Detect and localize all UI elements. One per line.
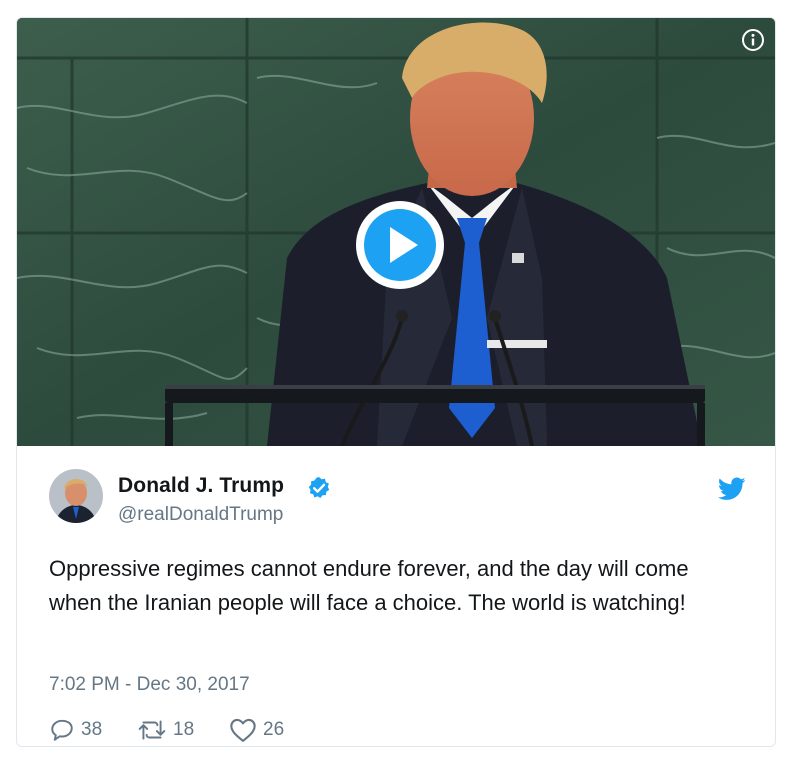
video-media[interactable] xyxy=(17,18,775,446)
reply-icon xyxy=(51,719,73,741)
retweet-button[interactable]: 18 xyxy=(137,717,229,743)
like-count: 26 xyxy=(263,719,285,740)
tweet-actions: 38 18 26 xyxy=(49,717,284,743)
verified-badge-icon xyxy=(307,476,331,500)
twitter-bird-icon[interactable] xyxy=(717,477,746,501)
author-handle[interactable]: @realDonaldTrump xyxy=(118,504,283,526)
retweet-count: 18 xyxy=(173,719,195,740)
heart-icon xyxy=(230,718,256,742)
tweet-body: Donald J. Trump @realDonaldTrump Oppress… xyxy=(17,447,775,746)
avatar[interactable] xyxy=(49,469,103,523)
tweet-timestamp[interactable]: 7:02 PM - Dec 30, 2017 xyxy=(49,674,250,696)
play-icon xyxy=(356,201,444,289)
retweet-icon xyxy=(138,720,166,740)
play-button[interactable] xyxy=(354,199,446,291)
reply-button[interactable]: 38 xyxy=(49,717,137,743)
info-icon[interactable] xyxy=(741,28,765,52)
author-name[interactable]: Donald J. Trump xyxy=(118,474,284,498)
reply-count: 38 xyxy=(81,719,103,740)
tweet-text: Oppressive regimes cannot endure forever… xyxy=(49,556,689,615)
tweet-card: Donald J. Trump @realDonaldTrump Oppress… xyxy=(16,17,776,747)
like-button[interactable]: 26 xyxy=(229,717,284,743)
